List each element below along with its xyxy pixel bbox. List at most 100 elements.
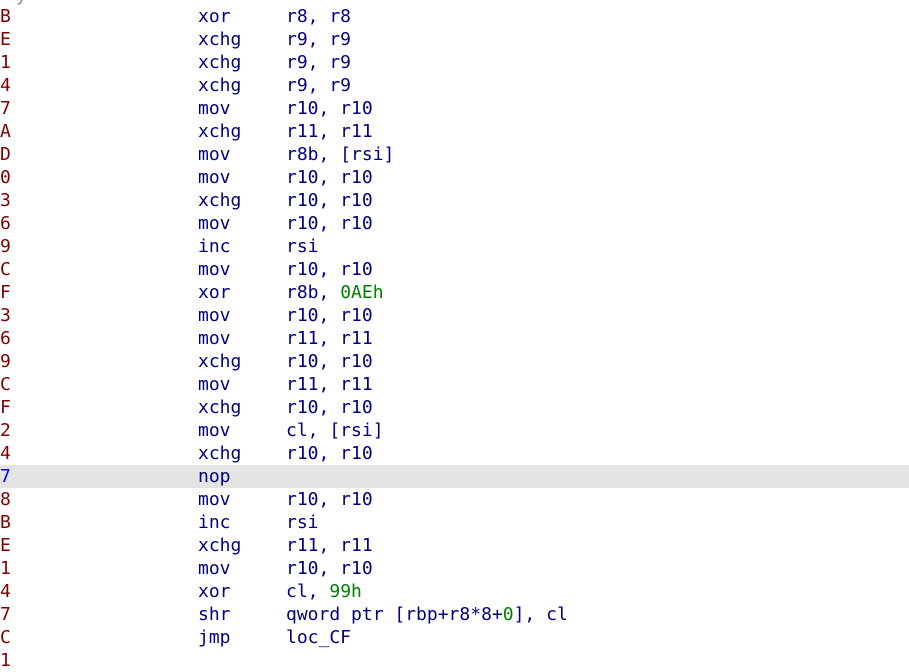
operand-text: r11, r11 <box>286 535 373 556</box>
address-suffix: C <box>0 627 11 648</box>
operand-text: r9, r9 <box>286 52 352 73</box>
address-suffix: 7 <box>0 98 11 119</box>
instruction-operands: r10, r10 <box>286 166 373 189</box>
operand-text: ], cl <box>513 604 568 625</box>
operand-text: rsi <box>286 236 319 257</box>
instruction-operands: r8, r8 <box>286 5 351 28</box>
operand-text: r10, r10 <box>286 558 373 579</box>
operand-constant: 99h <box>329 581 362 602</box>
instruction-mnemonic: xchg <box>198 29 242 50</box>
instruction-mnemonic: xchg <box>198 190 242 211</box>
operand-text: rsi <box>286 512 319 533</box>
instruction-operands: r10, r10 <box>286 97 373 120</box>
instruction-mnemonic: xor <box>198 6 231 27</box>
operand-text: r9, r9 <box>286 29 352 50</box>
instruction-operands: r10, r10 <box>286 212 373 235</box>
address-suffix: 1 <box>0 52 11 73</box>
listing-row-current[interactable]: 7 nop <box>0 465 909 488</box>
instruction-operands: loc_CF <box>286 626 351 649</box>
instruction-operands: r10, r10 <box>286 304 373 327</box>
listing-row[interactable]: 3 mov r10, r10 <box>0 304 909 327</box>
instruction-mnemonic: mov <box>198 374 231 395</box>
operand-text: loc_CF <box>286 627 352 648</box>
disassembly-listing: yBxorr8, r8Exchgr9, r91xchgr9, r94xchgr9… <box>0 0 909 671</box>
instruction-operands: cl, 99h <box>286 580 362 603</box>
listing-row[interactable]: Cjmp loc_CF <box>0 626 909 649</box>
instruction-mnemonic: mov <box>198 558 231 579</box>
listing-row[interactable]: 4 xchg r10, r10 <box>0 442 909 465</box>
operand-text: r10, r10 <box>286 167 373 188</box>
operand-text: r11, r11 <box>286 328 373 349</box>
listing-row[interactable]: Cmov r11, r11 <box>0 373 909 396</box>
instruction-mnemonic: xchg <box>198 52 242 73</box>
instruction-operands: r10, r10 <box>286 442 373 465</box>
listing-row[interactable]: Fxchg r10, r10 <box>0 396 909 419</box>
address-suffix: 9 <box>0 351 11 372</box>
address-suffix: E <box>0 535 11 556</box>
listing-row[interactable]: 8 mov r10, r10 <box>0 488 909 511</box>
listing-row[interactable]: 6 mov r11, r11 <box>0 327 909 350</box>
operand-text: r11, r11 <box>286 121 373 142</box>
instruction-operands: r10, r10 <box>286 557 373 580</box>
listing-row[interactable]: Binc rsi <box>0 511 909 534</box>
listing-row[interactable]: 6 mov r10, r10 <box>0 212 909 235</box>
operand-text: r9, r9 <box>286 75 352 96</box>
listing-row[interactable]: 2 mov cl, [rsi] <box>0 419 909 442</box>
operand-text: qword ptr [rbp+r8*8+ <box>286 604 503 625</box>
address-suffix: 2 <box>0 420 11 441</box>
instruction-mnemonic: mov <box>198 167 231 188</box>
instruction-operands: r11, r11 <box>286 373 373 396</box>
instruction-operands: r9, r9 <box>286 74 351 97</box>
instruction-mnemonic: inc <box>198 236 231 257</box>
listing-row[interactable]: Cmov r10, r10 <box>0 258 909 281</box>
address-suffix: 3 <box>0 190 11 211</box>
instruction-mnemonic: inc <box>198 512 231 533</box>
operand-text: r8b, [rsi] <box>286 144 395 165</box>
address-suffix: A <box>0 121 11 142</box>
operand-text: r10, r10 <box>286 443 373 464</box>
listing-row[interactable]: Fxor r8b, 0AEh <box>0 281 909 304</box>
clipped-bottom-text: 1 <box>0 650 11 671</box>
instruction-mnemonic: mov <box>198 259 231 280</box>
instruction-mnemonic: mov <box>198 213 231 234</box>
listing-row[interactable]: 9 inc rsi <box>0 235 909 258</box>
listing-row[interactable]: 7 shr qword ptr [rbp+r8*8+0], cl <box>0 603 909 626</box>
listing-row[interactable]: 4 xor cl, 99h <box>0 580 909 603</box>
listing-row[interactable]: 1 xchg r9, r9 <box>0 51 909 74</box>
operand-text: r10, r10 <box>286 190 373 211</box>
instruction-mnemonic: xchg <box>198 397 242 418</box>
address-suffix: 6 <box>0 213 11 234</box>
operand-text: r10, r10 <box>286 98 373 119</box>
listing-row[interactable]: 9 xchg r10, r10 <box>0 350 909 373</box>
operand-text: r10, r10 <box>286 213 373 234</box>
address-suffix: B <box>0 512 11 533</box>
instruction-operands: rsi <box>286 235 319 258</box>
listing-row[interactable]: 3 xchg r10, r10 <box>0 189 909 212</box>
operand-text: r10, r10 <box>286 305 373 326</box>
address-suffix: 4 <box>0 75 11 96</box>
address-suffix: C <box>0 374 11 395</box>
listing-row[interactable]: 0 mov r10, r10 <box>0 166 909 189</box>
instruction-operands: r11, r11 <box>286 534 373 557</box>
instruction-operands: r10, r10 <box>286 258 373 281</box>
instruction-mnemonic: xchg <box>198 351 242 372</box>
instruction-operands: qword ptr [rbp+r8*8+0], cl <box>286 603 568 626</box>
instruction-mnemonic: xchg <box>198 443 242 464</box>
instruction-mnemonic: mov <box>198 144 231 165</box>
listing-row[interactable]: Bxor r8, r8 <box>0 5 909 28</box>
instruction-mnemonic: jmp <box>198 627 231 648</box>
address-suffix: 1 <box>0 558 11 579</box>
listing-row[interactable]: Exchg r9, r9 <box>0 28 909 51</box>
listing-row[interactable]: 7 mov r10, r10 <box>0 97 909 120</box>
address-suffix: D <box>0 144 11 165</box>
operand-text: cl, <box>286 581 330 602</box>
listing-row[interactable]: 4 xchg r9, r9 <box>0 74 909 97</box>
address-suffix: 7 <box>0 604 11 625</box>
address-suffix: B <box>0 6 11 27</box>
listing-row[interactable]: Axchg r11, r11 <box>0 120 909 143</box>
listing-row[interactable]: Exchg r11, r11 <box>0 534 909 557</box>
instruction-mnemonic: xor <box>198 282 231 303</box>
listing-row[interactable]: 1 mov r10, r10 <box>0 557 909 580</box>
listing-row[interactable]: Dmov r8b, [rsi] <box>0 143 909 166</box>
operand-constant: 0 <box>502 604 514 625</box>
